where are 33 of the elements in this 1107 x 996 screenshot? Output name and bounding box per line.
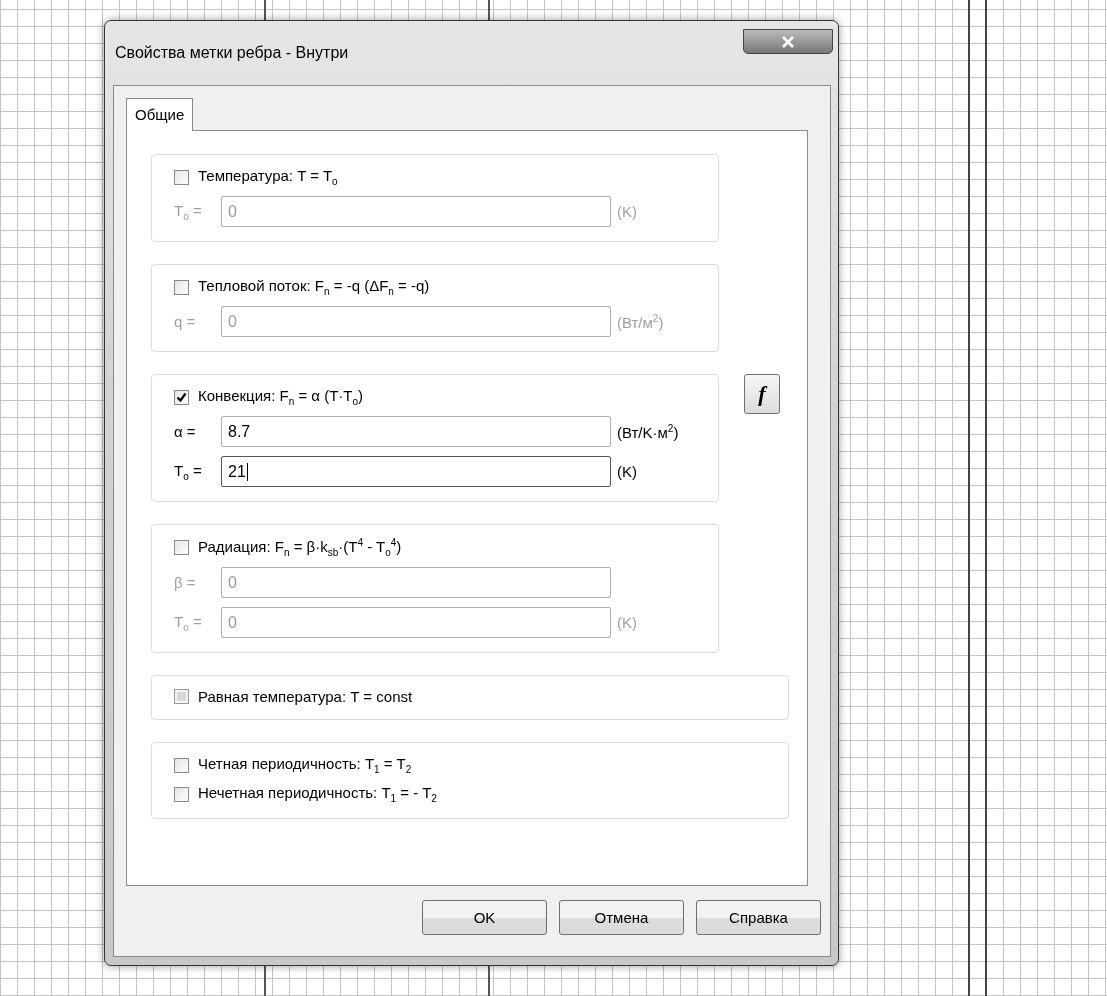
function-button[interactable]: f <box>744 374 780 414</box>
close-icon <box>781 35 795 48</box>
checkbox-label[interactable]: Температура: T = T$_{o}$ <box>198 167 338 187</box>
checkbox[interactable] <box>174 169 189 185</box>
checkbox-label[interactable]: Тепловой поток: F$_{n}$ = -q (ΔF$_{n}$ = -q) <box>198 277 430 297</box>
field-label: T$_{o}$ = <box>174 461 203 482</box>
dialog-button[interactable]: Справка <box>696 900 821 935</box>
checkbox[interactable] <box>174 757 189 773</box>
unit-label: (Вт/м$^{2}$) <box>617 312 664 331</box>
unit-label: (Вт/K·м$^{2}$) <box>617 422 679 441</box>
field-label: q = <box>174 313 197 330</box>
field-label: T$_{o}$ = <box>174 612 203 633</box>
close-button[interactable] <box>743 29 833 54</box>
unit-label: (K) <box>617 614 637 631</box>
unit-label: (K) <box>617 463 637 480</box>
field-label: β = <box>174 574 197 591</box>
checkbox-label[interactable]: Конвекция: F$_{n}$ = α (T·T$_{o}$) <box>198 387 364 407</box>
checkbox[interactable] <box>174 786 189 802</box>
input-field[interactable]: 8.7 <box>221 416 611 447</box>
input-field[interactable]: 21 <box>221 456 611 487</box>
unit-label: (K) <box>617 203 637 220</box>
checkbox-label[interactable]: Радиация: F$_{n}$ = β·k$_{sb}$·(T$^{4}$ - T$_{o}$$^{4}$) <box>198 537 402 558</box>
window-title: Свойства метки ребра - Внутри <box>115 44 349 62</box>
dialog-button[interactable]: Отмена <box>559 900 684 935</box>
checkbox-label[interactable]: Нечетная периодичность: T$_{1}$ = - T$_{2}$ <box>198 784 437 804</box>
tab[interactable]: Общие <box>126 98 194 131</box>
field-label: T$_{o}$ = <box>174 201 203 222</box>
checkbox-label[interactable]: Четная периодичность: T$_{1}$ = T$_{2}$ <box>198 755 412 775</box>
checkbox[interactable] <box>174 389 189 405</box>
checkbox[interactable] <box>174 279 189 295</box>
dialog-button[interactable]: OK <box>422 900 547 935</box>
field-label: α = <box>174 423 197 440</box>
checkbox[interactable] <box>174 540 189 555</box>
